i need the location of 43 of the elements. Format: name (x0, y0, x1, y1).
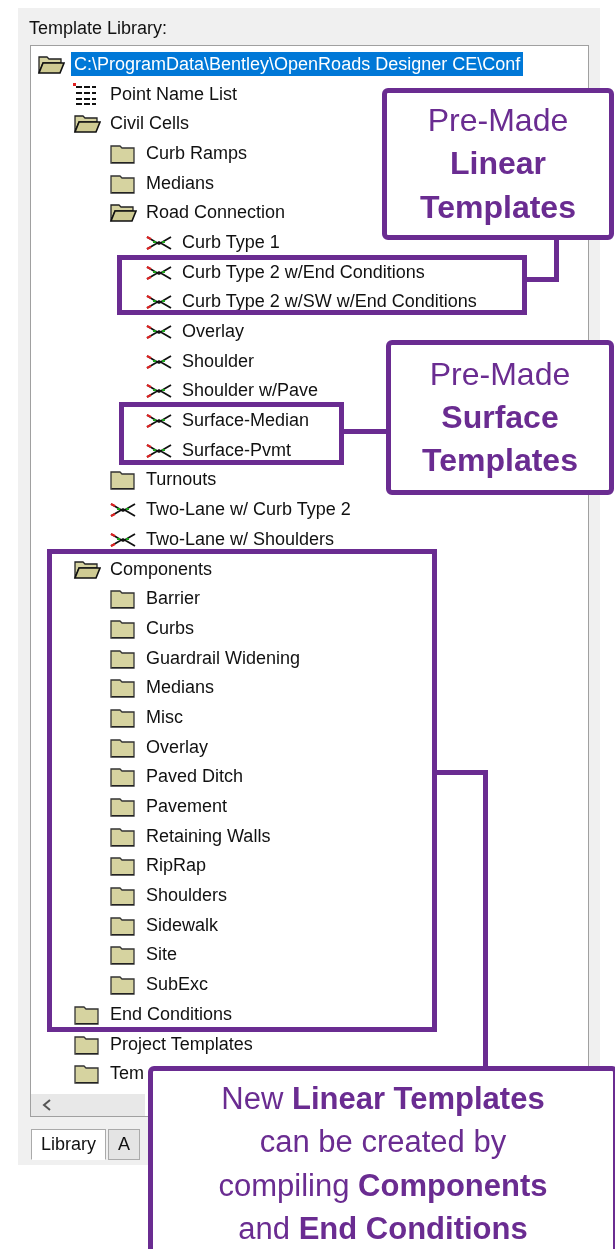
panel-label: Template Library: (29, 18, 168, 39)
tree-item[interactable]: Point Name List (107, 81, 241, 106)
tree-item[interactable]: Road Connection (143, 200, 289, 225)
tree-item[interactable]: Site (143, 942, 181, 967)
tree-item[interactable]: Two-Lane w/ Curb Type 2 (143, 497, 354, 522)
tree-item[interactable]: Two-Lane w/ Shoulders (143, 526, 338, 551)
tree-item[interactable]: Paved Ditch (143, 764, 247, 789)
tree-item[interactable]: Project Templates (107, 1031, 256, 1056)
tree-item[interactable]: Barrier (143, 586, 203, 611)
tree-item[interactable]: Retaining Walls (143, 823, 274, 848)
horizontal-scrollbar[interactable] (31, 1094, 145, 1116)
tree-item[interactable]: Misc (143, 704, 186, 729)
tree-item[interactable]: Medians (143, 170, 218, 195)
tree-item[interactable]: Turnouts (143, 467, 220, 492)
tree-item[interactable]: Overlay (143, 734, 211, 759)
tree-item[interactable]: End Conditions (107, 1001, 236, 1026)
callout-text: Pre-Made Surface Templates (422, 354, 578, 481)
tree-item[interactable]: Curb Ramps (143, 140, 251, 165)
tree-item[interactable]: Shoulder w/Pave (179, 378, 322, 403)
tree-item[interactable]: Surface-Median (179, 408, 313, 433)
tree-item[interactable]: Overlay (179, 319, 247, 344)
tree-item[interactable]: Pavement (143, 794, 231, 819)
tree-item[interactable]: Curb Type 2 w/SW w/End Conditions (179, 289, 480, 314)
tree-item[interactable]: Civil Cells (107, 111, 192, 136)
tab[interactable]: Library (31, 1129, 107, 1160)
tree-item[interactable]: Medians (143, 675, 218, 700)
scroll-left-icon[interactable] (41, 1098, 53, 1112)
tree-item[interactable]: SubExc (143, 972, 212, 997)
tree-item[interactable]: C:\ProgramData\Bentley\OpenRoads Designer CE\Conf (71, 51, 524, 76)
tree-item[interactable]: Guardrail Widening (143, 645, 304, 670)
tree-item[interactable]: Components (107, 556, 216, 581)
tree-item[interactable]: Shoulder (179, 348, 258, 373)
callout-text: New Linear Templates can be created by compiling Components and End Conditions (218, 1080, 548, 1249)
tab[interactable]: A (108, 1129, 141, 1160)
tree-item[interactable]: Curb Type 2 w/End Conditions (179, 259, 428, 284)
callout-text: Pre-Made Linear Templates (420, 101, 576, 227)
tree-item[interactable]: Sidewalk (143, 912, 222, 937)
tree-item[interactable]: Surface-Pvmt (179, 437, 295, 462)
tree-item[interactable]: Curb Type 1 (179, 229, 283, 254)
tree-item[interactable]: Shoulders (143, 883, 231, 908)
tree-item[interactable]: Curbs (143, 615, 197, 640)
tree-item[interactable]: RipRap (143, 853, 210, 878)
tree-item[interactable]: Tem (107, 1061, 147, 1086)
